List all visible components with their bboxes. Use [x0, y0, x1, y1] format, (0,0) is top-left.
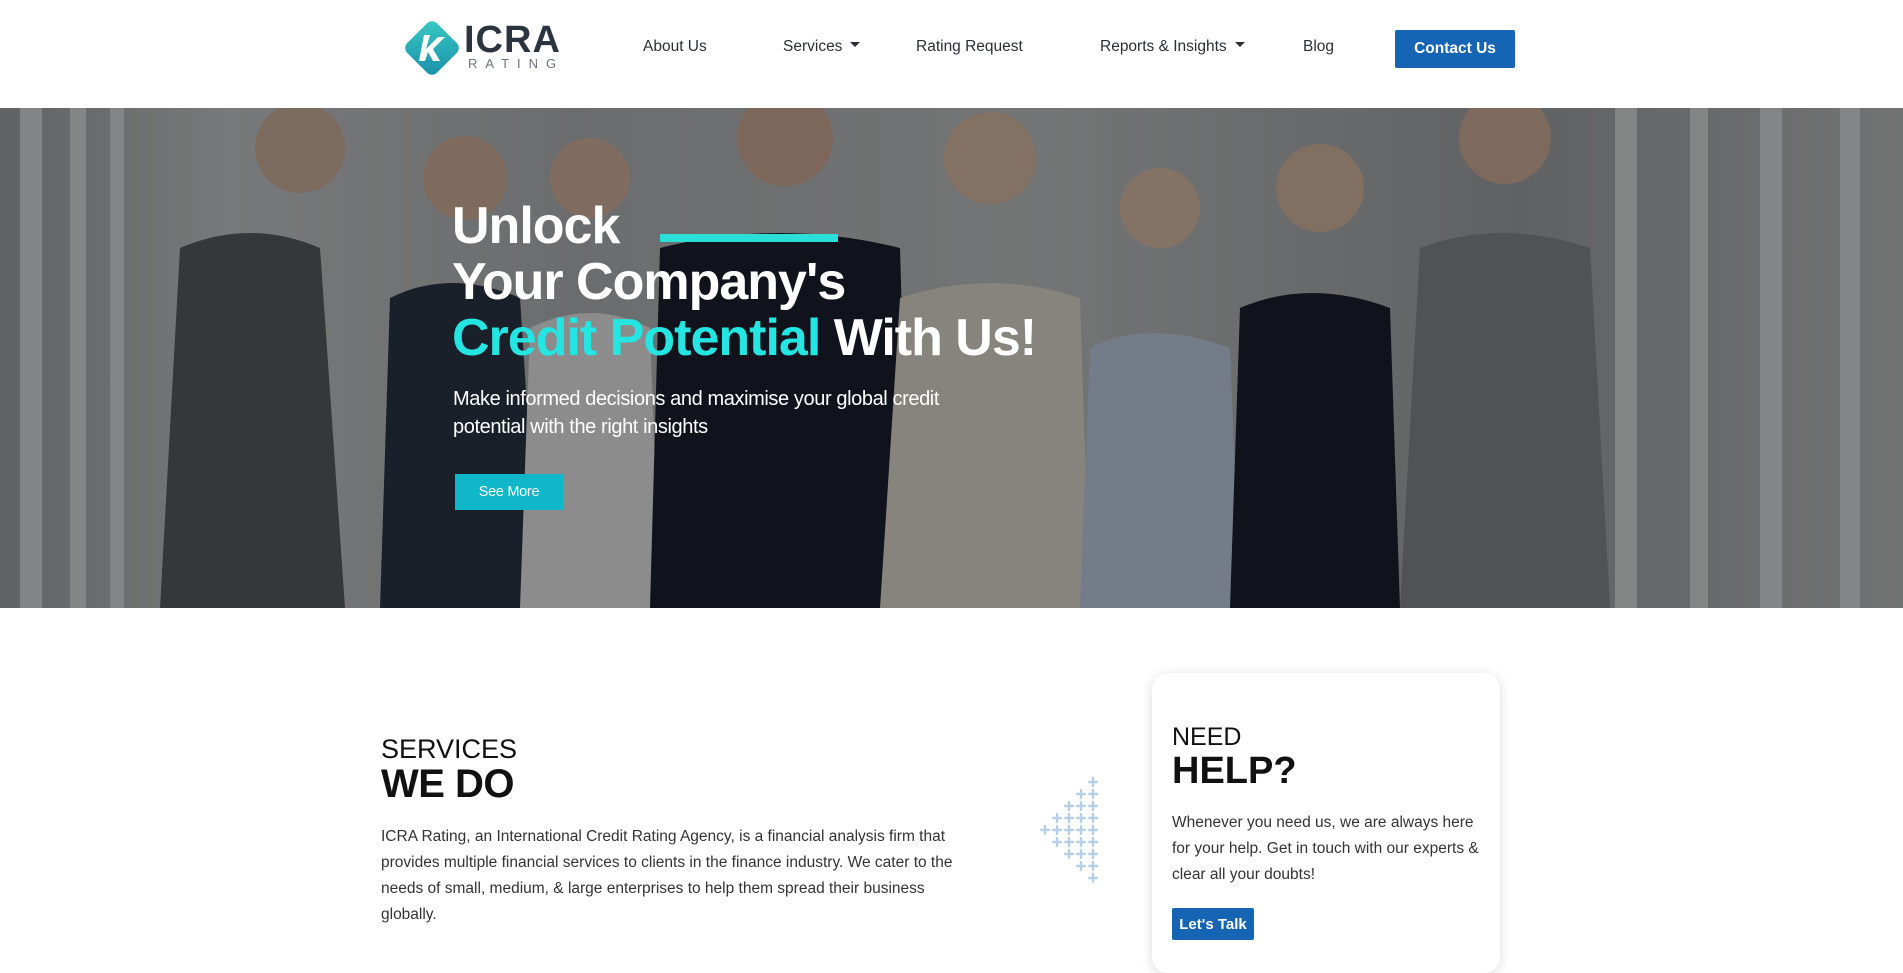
- site-header: ICRA RATING About Us Services Rating Req…: [0, 0, 1903, 108]
- nav-blog[interactable]: Blog: [1303, 38, 1334, 56]
- hero-accent-bar: [660, 234, 838, 242]
- hero-title-line1: Unlock: [452, 197, 620, 255]
- services-title: WE DO: [381, 762, 515, 806]
- lets-talk-button[interactable]: Let's Talk: [1172, 908, 1254, 940]
- logo-subtitle: RATING: [468, 56, 565, 71]
- nav-rating-request[interactable]: Rating Request: [916, 38, 1023, 56]
- plus-pattern-icon: [1039, 776, 1099, 884]
- logo-wordmark: ICRA: [464, 19, 561, 61]
- see-more-button[interactable]: See More: [455, 474, 563, 510]
- contact-us-button[interactable]: Contact Us: [1395, 30, 1515, 68]
- logo[interactable]: ICRA RATING: [402, 16, 562, 76]
- hero-title: Unlock Your Company's Credit Potential W…: [452, 197, 1037, 367]
- logo-icon: [405, 21, 459, 75]
- nav-rating-request-label: Rating Request: [916, 38, 1023, 55]
- hero-title-line3: Credit Potential With Us!: [452, 309, 1037, 367]
- nav-reports-insights[interactable]: Reports & Insights: [1100, 38, 1245, 56]
- nav-blog-label: Blog: [1303, 38, 1335, 55]
- hero-title-line3-rest: With Us!: [820, 309, 1037, 367]
- hero-title-line2: Your Company's: [452, 253, 846, 311]
- services-kicker: SERVICES: [381, 734, 518, 764]
- nav-services-label: Services: [783, 38, 843, 55]
- hero-subtitle: Make informed decisions and maximise you…: [453, 388, 940, 438]
- hero-section: Unlock Your Company's Credit Potential W…: [0, 108, 1903, 608]
- services-description: ICRA Rating, an International Credit Rat…: [381, 828, 953, 923]
- nav-about-us-label: About Us: [643, 38, 707, 55]
- nav-about-us[interactable]: About Us: [643, 38, 707, 56]
- help-kicker: NEED: [1172, 723, 1242, 751]
- caret-down-icon: [850, 42, 861, 48]
- caret-down-icon: [1234, 42, 1245, 48]
- help-card: NEED HELP? Whenever you need us, we are …: [1152, 673, 1500, 973]
- nav-services[interactable]: Services: [783, 38, 861, 56]
- nav-reports-insights-label: Reports & Insights: [1100, 38, 1227, 55]
- hero-title-accent: Credit Potential: [452, 309, 821, 367]
- help-title: HELP?: [1172, 750, 1297, 792]
- help-description: Whenever you need us, we are always here…: [1172, 814, 1479, 883]
